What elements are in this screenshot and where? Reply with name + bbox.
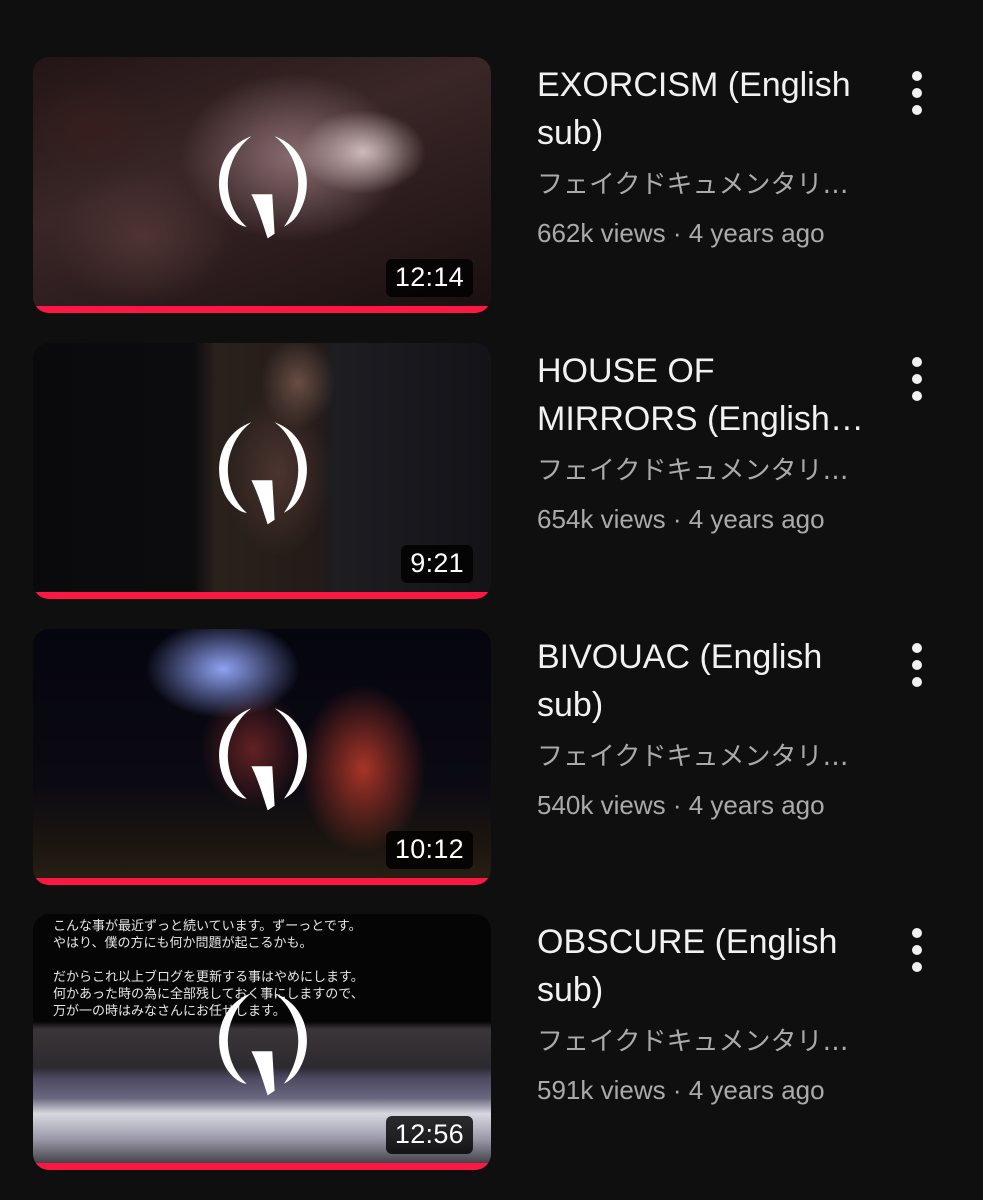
view-count: 591k views	[537, 1075, 666, 1105]
q-logo	[219, 708, 307, 811]
upload-age: 4 years ago	[688, 218, 825, 248]
more-vert-icon[interactable]	[896, 351, 938, 407]
q-logo	[219, 422, 307, 525]
dot	[912, 357, 922, 367]
separator: ·	[665, 218, 689, 248]
dot	[912, 962, 922, 972]
video-item[interactable]: 12:14 EXORCISM (English sub) フェイクドキュメンタリ…	[0, 57, 983, 313]
view-count: 654k views	[537, 504, 666, 534]
watch-progress-bar	[33, 592, 491, 599]
more-vert-icon[interactable]	[896, 65, 938, 121]
video-thumbnail[interactable]: 9:21	[33, 343, 491, 599]
dot	[912, 677, 922, 687]
video-title[interactable]: EXORCISM (English sub)	[537, 61, 877, 157]
dot	[912, 660, 922, 670]
dot	[912, 71, 922, 81]
dot	[912, 88, 922, 98]
video-thumbnail[interactable]: 12:14	[33, 57, 491, 313]
watch-progress-bar	[33, 1163, 491, 1170]
view-count: 662k views	[537, 218, 666, 248]
watch-progress-bar	[33, 306, 491, 313]
q-logo	[219, 136, 307, 239]
upload-age: 4 years ago	[688, 504, 825, 534]
dot	[912, 945, 922, 955]
video-item[interactable]: 9:21 HOUSE OF MIRRORS (English sub) フェイク…	[0, 343, 983, 599]
duration-badge: 12:14	[385, 259, 473, 297]
more-vert-icon[interactable]	[896, 637, 938, 693]
video-meta: EXORCISM (English sub) フェイクドキュメンタリー「Q」 6…	[537, 61, 877, 257]
video-feed: 12:14 EXORCISM (English sub) フェイクドキュメンタリ…	[0, 0, 983, 1200]
view-count: 540k views	[537, 790, 666, 820]
video-thumbnail[interactable]: こんな事が最近ずっと続いています。ずーっとです。 やはり、僕の方にも何か問題が起…	[33, 914, 491, 1170]
q-logo	[219, 993, 307, 1096]
dot	[912, 643, 922, 653]
video-title[interactable]: BIVOUAC (English sub)	[537, 633, 877, 729]
video-meta: HOUSE OF MIRRORS (English sub) フェイクドキュメン…	[537, 347, 877, 543]
channel-name[interactable]: フェイクドキュメンタリー「Q」	[537, 161, 855, 209]
watch-progress-bar	[33, 878, 491, 885]
duration-badge: 10:12	[385, 831, 473, 869]
channel-name[interactable]: フェイクドキュメンタリー「Q」	[537, 1018, 855, 1066]
video-title[interactable]: OBSCURE (English sub)	[537, 918, 877, 1014]
dot	[912, 374, 922, 384]
duration-badge: 9:21	[401, 545, 473, 583]
upload-age: 4 years ago	[688, 790, 825, 820]
video-thumbnail[interactable]: 10:12	[33, 629, 491, 885]
dot	[912, 928, 922, 938]
upload-age: 4 years ago	[688, 1075, 825, 1105]
channel-name[interactable]: フェイクドキュメンタリー「Q」	[537, 447, 855, 495]
video-item[interactable]: 10:12 BIVOUAC (English sub) フェイクドキュメンタリー…	[0, 629, 983, 885]
video-meta: OBSCURE (English sub) フェイクドキュメンタリー「Q」 59…	[537, 918, 877, 1114]
video-meta: BIVOUAC (English sub) フェイクドキュメンタリー「Q」 54…	[537, 633, 877, 829]
duration-badge: 12:56	[385, 1116, 473, 1154]
video-stats: 654k views · 4 years ago	[537, 495, 877, 543]
video-title[interactable]: HOUSE OF MIRRORS (English sub)	[537, 347, 877, 443]
dot	[912, 105, 922, 115]
video-stats: 591k views · 4 years ago	[537, 1066, 877, 1114]
separator: ·	[665, 1075, 689, 1105]
separator: ·	[665, 504, 689, 534]
channel-name[interactable]: フェイクドキュメンタリー「Q」	[537, 733, 855, 781]
video-stats: 540k views · 4 years ago	[537, 781, 877, 829]
separator: ·	[665, 790, 689, 820]
dot	[912, 391, 922, 401]
video-item[interactable]: こんな事が最近ずっと続いています。ずーっとです。 やはり、僕の方にも何か問題が起…	[0, 914, 983, 1170]
video-stats: 662k views · 4 years ago	[537, 209, 877, 257]
more-vert-icon[interactable]	[896, 922, 938, 978]
